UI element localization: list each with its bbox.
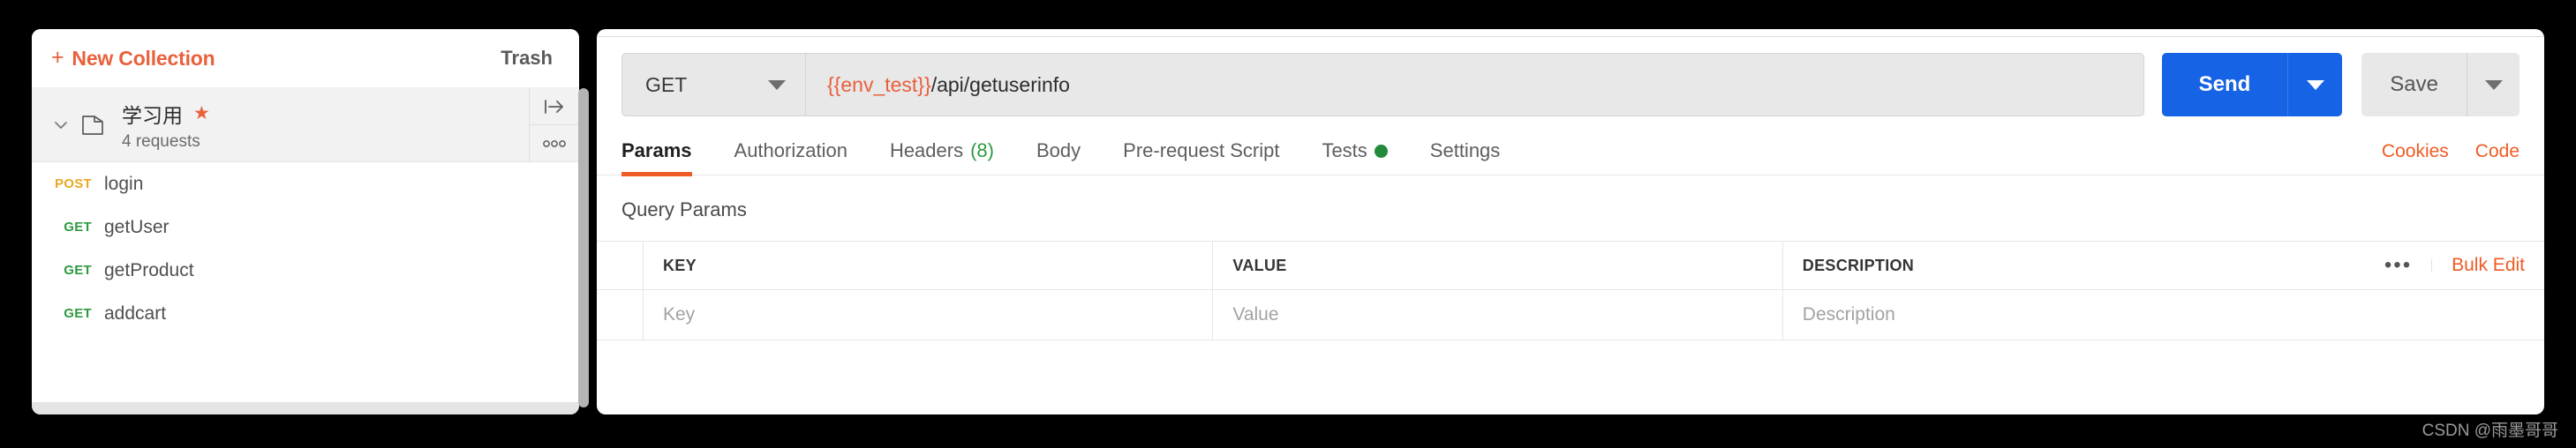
- url-path: /api/getuserinfo: [930, 72, 1070, 96]
- watermark: CSDN @雨墨哥哥: [2422, 422, 2558, 440]
- save-button[interactable]: Save: [2361, 53, 2467, 116]
- tabs-right-links: Cookies Code: [2382, 141, 2520, 175]
- request-tabs-row: Params Authorization Headers (8) Body Pr…: [597, 139, 2544, 176]
- collections-sidebar: + New Collection Trash 学习用 ★ 4 requests: [32, 29, 579, 414]
- chevron-down-icon: [2484, 79, 2503, 90]
- tab-headers[interactable]: Headers (8): [869, 139, 1015, 175]
- collection-title-line: 学习用 ★: [122, 99, 210, 129]
- collection-actions: [529, 88, 579, 161]
- column-header-key: KEY: [644, 242, 1214, 289]
- list-item[interactable]: POST login: [32, 162, 579, 205]
- run-collection-icon[interactable]: [530, 88, 579, 124]
- headers-count-badge: (8): [970, 139, 994, 161]
- column-header-key-label: KEY: [663, 256, 697, 274]
- request-name: getProduct: [104, 259, 194, 280]
- chevron-down-icon[interactable]: [32, 116, 72, 135]
- row-checkbox-cell[interactable]: [597, 290, 644, 340]
- request-method: GET: [64, 220, 92, 235]
- trash-button[interactable]: Trash: [501, 47, 556, 70]
- column-header-value: VALUE: [1213, 242, 1783, 289]
- list-item[interactable]: GET getProduct: [32, 249, 579, 292]
- url-variable: {{env_test}}: [827, 72, 931, 96]
- sidebar-scrollbar[interactable]: [578, 88, 589, 413]
- request-url-bar: GET {{env_test}}/api/getuserinfo Send Sa…: [597, 37, 2544, 116]
- chevron-down-icon: [768, 79, 786, 90]
- plus-icon: +: [51, 44, 64, 70]
- row-key-cell[interactable]: Key: [644, 290, 1214, 340]
- code-link[interactable]: Code: [2475, 141, 2520, 162]
- tab-label: Params: [621, 139, 692, 161]
- tab-pre-request-script[interactable]: Pre-request Script: [1102, 139, 1300, 175]
- tab-settings[interactable]: Settings: [1409, 139, 1522, 175]
- new-collection-label: New Collection: [72, 46, 215, 70]
- request-name: getUser: [104, 216, 169, 237]
- collection-row[interactable]: 学习用 ★ 4 requests: [32, 88, 579, 162]
- row-description-cell[interactable]: Description: [1783, 290, 2544, 340]
- http-method-select[interactable]: GET: [621, 53, 805, 116]
- list-item[interactable]: GET addcart: [32, 292, 579, 335]
- table-header-row: KEY VALUE DESCRIPTION ••• Bulk Edit: [597, 242, 2544, 289]
- list-item[interactable]: GET getUser: [32, 205, 579, 249]
- send-options-button[interactable]: [2287, 53, 2343, 116]
- tab-tests[interactable]: Tests: [1300, 139, 1408, 175]
- url-input[interactable]: {{env_test}}/api/getuserinfo: [805, 53, 2144, 116]
- request-panel: GET {{env_test}}/api/getuserinfo Send Sa…: [597, 29, 2544, 414]
- sidebar-footer: [32, 402, 579, 414]
- chevron-down-icon: [2306, 79, 2324, 90]
- collection-folder-icon: [72, 112, 113, 138]
- url-text: {{env_test}}/api/getuserinfo: [827, 73, 1070, 97]
- star-icon[interactable]: ★: [193, 104, 210, 123]
- row-value-cell[interactable]: Value: [1213, 290, 1783, 340]
- table-row: Key Value Description: [597, 289, 2544, 340]
- cookies-link[interactable]: Cookies: [2382, 141, 2449, 162]
- collection-request-count: 4 requests: [122, 131, 200, 151]
- tab-authorization[interactable]: Authorization: [713, 139, 869, 175]
- description-placeholder: Description: [1802, 304, 1895, 325]
- key-placeholder: Key: [663, 304, 696, 325]
- select-all-column: [597, 242, 644, 289]
- tab-label: Pre-request Script: [1123, 139, 1280, 161]
- request-method: GET: [64, 263, 92, 278]
- request-tabs: Params Authorization Headers (8) Body Pr…: [621, 139, 1522, 176]
- request-method: GET: [64, 306, 92, 321]
- tests-status-dot-icon: [1374, 144, 1388, 158]
- value-placeholder: Value: [1232, 304, 1279, 325]
- request-list: POST login GET getUser GET getProduct GE…: [32, 162, 579, 335]
- collection-more-icon[interactable]: [530, 124, 579, 161]
- send-button-group: Send: [2161, 53, 2343, 116]
- tab-body[interactable]: Body: [1015, 139, 1102, 175]
- tab-label: Body: [1036, 139, 1081, 161]
- request-name: addcart: [104, 302, 167, 324]
- sidebar-toolbar: + New Collection Trash: [32, 29, 579, 88]
- tab-params[interactable]: Params: [621, 139, 713, 176]
- send-button[interactable]: Send: [2161, 53, 2288, 116]
- column-header-description: DESCRIPTION ••• Bulk Edit: [1783, 242, 2544, 289]
- query-params-title: Query Params: [621, 198, 747, 220]
- sidebar-scrollbar-thumb[interactable]: [578, 88, 589, 407]
- request-name: login: [104, 173, 144, 194]
- request-method: POST: [54, 176, 92, 191]
- collection-name: 学习用: [122, 103, 183, 127]
- http-method-label: GET: [645, 72, 688, 96]
- tab-label: Tests: [1322, 139, 1367, 161]
- collection-meta: 学习用 ★ 4 requests: [113, 99, 210, 152]
- tab-label: Headers: [889, 139, 964, 161]
- save-button-group: Save: [2361, 53, 2520, 116]
- new-collection-button[interactable]: + New Collection: [51, 44, 215, 71]
- column-header-value-label: VALUE: [1232, 256, 1287, 274]
- save-options-button[interactable]: [2467, 53, 2520, 116]
- bulk-edit-button[interactable]: Bulk Edit: [2432, 255, 2525, 276]
- params-more-icon[interactable]: •••: [2365, 254, 2433, 276]
- tab-label: Settings: [1429, 139, 1501, 161]
- tab-label: Authorization: [734, 139, 847, 161]
- query-params-table: KEY VALUE DESCRIPTION ••• Bulk Edit Key: [597, 241, 2544, 340]
- column-header-description-label: DESCRIPTION: [1802, 256, 1915, 274]
